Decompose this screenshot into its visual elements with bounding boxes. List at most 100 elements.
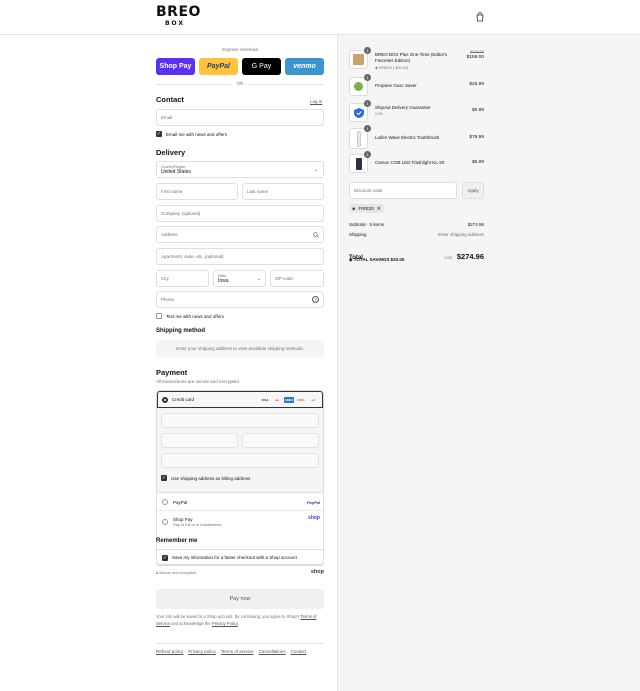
- applied-discount-tag: ◈ FIRE20 ✕: [349, 204, 384, 213]
- footer-link-privacy[interactable]: Privacy policy: [188, 649, 216, 654]
- billing-checkbox-row[interactable]: ✓ Use shipping address as billing addres…: [161, 475, 250, 481]
- mastercard-icon: ●●: [275, 397, 279, 402]
- credit-card-option[interactable]: Credit card VISA ●● AMEX DISC +4: [157, 391, 323, 408]
- item-price: $79.99: [469, 135, 484, 140]
- text-checkbox[interactable]: [156, 313, 162, 319]
- remember-checkbox[interactable]: ✓: [162, 554, 168, 561]
- remember-label: Save my information for a faster checkou…: [172, 555, 297, 560]
- paypal-button[interactable]: PayPal: [199, 58, 238, 75]
- express-buttons: Shop Pay PayPal G Pay venmo: [156, 58, 324, 75]
- more-cards-badge: +4: [311, 397, 315, 402]
- security-code-field[interactable]: [242, 433, 319, 448]
- paypal-option[interactable]: PayPal PayPal: [157, 494, 323, 511]
- shop-pay-logo: shop: [308, 515, 320, 521]
- text-checkbox-row[interactable]: Text me with news and offers: [156, 313, 224, 319]
- total-amount: USD $274.96: [444, 246, 484, 264]
- credit-card-label: Credit card: [172, 397, 195, 402]
- subtotal-label: Subtotal · 5 items: [349, 222, 385, 227]
- lock-icon: 🔒︎: [156, 571, 159, 575]
- email-field[interactable]: Email: [156, 109, 324, 126]
- login-link[interactable]: Log in: [310, 99, 322, 104]
- shipping-row: Shipping Enter shipping address: [349, 232, 484, 237]
- expiry-field[interactable]: [161, 433, 238, 448]
- secure-note: 🔒︎ Secure and encrypted: [156, 571, 196, 575]
- state-select[interactable]: State Iowa ⌄: [213, 270, 266, 287]
- phone-field[interactable]: Phone ?: [156, 291, 324, 308]
- zip-field[interactable]: ZIP code: [270, 270, 324, 287]
- billing-checkbox[interactable]: ✓: [161, 475, 167, 481]
- total-value: $274.96: [456, 252, 484, 261]
- footer-link-terms[interactable]: Terms of service: [221, 649, 254, 654]
- delivery-title: Delivery: [156, 148, 186, 157]
- shop-pay-option[interactable]: Shop Pay Pay in full or in installments …: [157, 511, 323, 533]
- pay-now-button[interactable]: Pay now: [156, 589, 324, 609]
- remember-box[interactable]: ✓ Save my information for a faster check…: [156, 549, 324, 566]
- chevron-down-icon: ⌄: [256, 276, 261, 282]
- footer-link-cancellations[interactable]: Cancellations: [259, 649, 286, 654]
- item-old-price: $179.00: [470, 50, 484, 54]
- first-name-field[interactable]: First name: [156, 183, 238, 200]
- discount-code-input[interactable]: Discount code: [349, 182, 457, 199]
- address-placeholder: Address: [161, 232, 178, 237]
- brand-logo[interactable]: BREO BOX: [156, 4, 201, 28]
- fine-text-1: Your info will be saved to a Shop accoun…: [156, 614, 300, 619]
- apartment-field[interactable]: Apartment, suite, etc. (optional): [156, 248, 324, 265]
- tag-icon: ◈: [375, 66, 378, 70]
- privacy-link[interactable]: Privacy Policy: [212, 621, 238, 626]
- cart-item: 1 ShipAid Delivery Guarantee 0.99 $0.99: [349, 100, 484, 125]
- google-pay-button[interactable]: G Pay: [242, 58, 281, 75]
- tag-icon: ◈: [349, 257, 353, 262]
- news-checkbox[interactable]: ✓: [156, 131, 162, 137]
- shipping-note: Enter your shipping address to view avai…: [156, 340, 324, 357]
- shield-icon: [354, 108, 364, 118]
- cart-item: 1 Carson COB LED Flashlight KL-20 $8.99: [349, 151, 484, 176]
- visa-icon: VISA: [261, 397, 269, 402]
- header: BREO BOX: [0, 0, 640, 35]
- news-label: Email me with news and offers: [166, 131, 227, 137]
- company-field[interactable]: Company (optional): [156, 205, 324, 222]
- billing-label: Use shipping address as billing address: [171, 475, 251, 481]
- item-variant: 0.99: [375, 112, 383, 116]
- product-toothbrush-icon: [357, 131, 361, 147]
- news-checkbox-row[interactable]: ✓ Email me with news and offers: [156, 131, 227, 137]
- shopping-bag-icon[interactable]: [475, 12, 485, 22]
- quantity-badge: 1: [364, 125, 371, 132]
- city-field[interactable]: City: [156, 270, 209, 287]
- shipping-title: Shipping method: [156, 328, 205, 334]
- footer-links: Refund policy Privacy policy Terms of se…: [156, 643, 324, 654]
- name-on-card-field[interactable]: [161, 453, 319, 468]
- card-number-field[interactable]: [161, 413, 319, 428]
- country-select[interactable]: Country/Region United States ⌄: [156, 161, 324, 178]
- shipping-label: Shipping: [349, 232, 367, 237]
- venmo-button[interactable]: venmo: [285, 58, 324, 75]
- contact-title: Contact: [156, 95, 184, 104]
- item-price: $8.99: [471, 160, 484, 165]
- fine-end: .: [237, 621, 239, 626]
- shop-pay-button[interactable]: Shop Pay: [156, 58, 195, 75]
- footer-link-refund[interactable]: Refund policy: [156, 649, 183, 654]
- brand-name: BREO: [156, 4, 201, 20]
- footer-link-contact[interactable]: Contact: [291, 649, 307, 654]
- shop-pay-sub: Pay in full or in installments: [173, 522, 222, 527]
- address-field[interactable]: Address: [156, 226, 324, 243]
- savings-label: TOTAL SAVINGS: [353, 257, 390, 262]
- fine-text-2: and acknowledge the: [171, 621, 211, 626]
- card-brands: VISA ●● AMEX DISC +4: [260, 396, 318, 403]
- last-name-field[interactable]: Last name: [242, 183, 324, 200]
- credit-card-radio[interactable]: [162, 396, 168, 403]
- paypal-radio[interactable]: [162, 499, 168, 505]
- item-discount: FIRE20 (-$20.00): [378, 66, 409, 70]
- quantity-badge: 1: [364, 74, 371, 81]
- remember-title: Remember me: [156, 538, 198, 544]
- quantity-badge: 1: [364, 100, 371, 107]
- quantity-badge: 1: [364, 47, 371, 54]
- subtotal-row: Subtotal · 5 items $274.96: [349, 222, 484, 227]
- tag-icon: ◈: [352, 205, 356, 211]
- product-flashlight-icon: [356, 158, 362, 170]
- help-icon[interactable]: ?: [312, 296, 319, 303]
- item-name: ShipAid Delivery Guarantee: [375, 105, 431, 110]
- remove-discount-icon[interactable]: ✕: [377, 206, 381, 212]
- cart-item: 1 BREO BOX Plus One-Time (Editor's Favor…: [349, 47, 484, 72]
- shop-pay-radio[interactable]: [162, 519, 168, 525]
- apply-button[interactable]: Apply: [462, 182, 484, 199]
